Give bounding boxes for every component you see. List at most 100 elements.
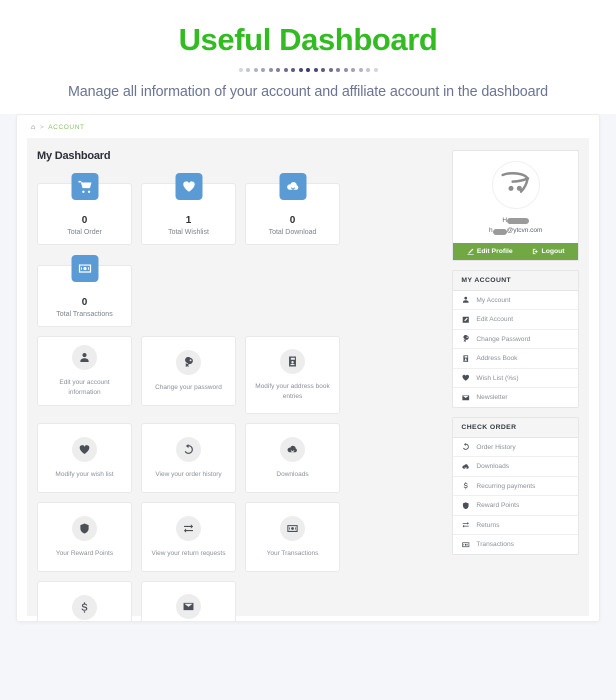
action-card[interactable]: View your order history [141,423,236,493]
action-card[interactable]: Subscribe / unsubscribe to newsletter [141,581,236,621]
action-card[interactable]: Your Transactions [245,502,340,572]
heart-icon [182,181,195,192]
menu-item-icon [461,374,470,382]
edit-profile-button[interactable]: Edit Profile [467,248,513,255]
menu-item-icon [461,316,470,324]
exchange-icon [462,522,470,528]
stat-label: Total Order [67,229,102,236]
check-order-item-returns[interactable]: Returns [453,516,578,536]
action-card[interactable]: Your Reward Points [37,502,132,572]
logout-button[interactable]: Logout [532,248,565,255]
breadcrumb-item-account[interactable]: ACCOUNT [48,124,84,131]
my-dashboard-heading: My Dashboard [37,150,111,162]
my-account-item-change-password[interactable]: Change Password [453,330,578,350]
menu-item-label: Edit Account [476,316,514,324]
menu-item-label: Wish List (%s) [476,374,519,382]
menu-item-label: Returns [476,521,500,529]
stat-card[interactable]: 0 Total Order [37,173,132,245]
money-icon [78,264,91,273]
action-icon-circle [280,515,305,541]
action-icon-circle [176,349,201,375]
my-account-item-edit-account[interactable]: Edit Account [453,310,578,330]
stat-card[interactable]: 0 Total Download [245,173,340,245]
profile-card: H h @ytcvn.com Edit Profile Logout [452,150,579,261]
dashboard-panel: My Dashboard 0 Total Order 1 Total Wishlist… [27,138,589,621]
menu-item-icon [461,394,470,402]
menu-item-label: Change Password [476,335,531,343]
menu-item-label: Recurring payments [476,482,536,490]
action-card[interactable]: Recurring payments [37,581,132,621]
breadcrumb: ⌂ > ACCOUNT [17,115,599,138]
stat-badge [71,255,98,282]
menu-item-label: Order History [476,443,516,451]
dot [246,68,250,72]
action-card[interactable]: Edit your account information [37,336,132,406]
stats-grid: 0 Total Order 1 Total Wishlist 0 Total Downlo… [37,172,442,327]
check-order-item-reward-points[interactable]: Reward Points [453,496,578,516]
money-icon [462,542,470,547]
check-order-item-recurring-payments[interactable]: Recurring payments [453,477,578,497]
my-account-menu: MY ACCOUNT My Account Edit Account Change … [452,269,579,408]
menu-item-icon [461,355,470,363]
stat-value: 0 [81,297,88,308]
action-icon-circle [72,345,97,371]
action-card[interactable]: Downloads [245,423,340,493]
dot [328,68,333,72]
stat-value: 0 [81,215,88,226]
action-card[interactable]: Change your password [141,336,236,406]
stat-value: 0 [289,215,296,226]
edit-icon [467,248,474,255]
envelope-icon [183,603,194,611]
dot [238,68,243,72]
breadcrumb-separator: > [39,124,45,131]
action-label: Edit your account information [59,379,110,396]
app-shell: ⌂ > ACCOUNT My Dashboard 0 Total Order 1 To… [0,114,616,622]
dollar-icon [463,482,468,490]
check-order-item-transactions[interactable]: Transactions [453,535,578,554]
main-column: My Dashboard 0 Total Order 1 Total Wishlist… [37,150,442,621]
stat-badge [71,173,98,200]
my-account-item-my-account[interactable]: My Account [453,291,578,311]
envelope-icon [462,395,470,400]
action-icon-circle [176,436,201,462]
stat-label: Total Wishlist [168,229,209,236]
my-account-item-wish-list-s[interactable]: Wish List (%s) [453,369,578,389]
dashboard-window: ⌂ > ACCOUNT My Dashboard 0 Total Order 1 To… [16,114,600,622]
exchange-icon [183,524,194,533]
dot [253,68,258,72]
action-label: Your Reward Points [55,549,114,557]
dot-separator [0,68,616,72]
my-account-item-newsletter[interactable]: Newsletter [453,388,578,407]
cloud-download-icon [287,445,297,453]
action-card[interactable]: Modify your address book entries [245,336,340,414]
avatar [491,161,540,209]
check-order-item-downloads[interactable]: Downloads [453,457,578,477]
action-card[interactable]: Modify your wish list [37,423,132,493]
promo-subtitle: Manage all information of your account a… [67,84,549,100]
action-label: View your order history [155,470,222,478]
dot [306,68,310,72]
dot [291,68,295,72]
action-icon-circle [72,594,97,620]
check-order-item-order-history[interactable]: Order History [453,438,578,458]
key-icon [463,335,469,343]
opencart-logo-icon [501,172,530,193]
user-icon [463,296,469,304]
home-icon[interactable]: ⌂ [31,124,36,131]
profile-name: H [461,216,570,226]
dot [351,68,355,72]
action-icon-circle [72,515,97,541]
stat-badge [175,173,202,200]
menu-item-icon [461,463,470,471]
shield-icon [80,523,89,534]
menu-item-icon [461,443,470,451]
action-card[interactable]: View your return requests [141,502,236,572]
stat-card[interactable]: 0 Total Transactions [37,255,132,327]
action-label: Your Transactions [266,549,319,557]
menu-item-icon [461,502,470,510]
heart-icon [79,444,90,454]
stat-card[interactable]: 1 Total Wishlist [141,173,236,245]
my-account-item-address-book[interactable]: Address Book [453,349,578,369]
profile-email: h @ytcvn.com [488,227,543,235]
stat-label: Total Download [268,229,317,236]
